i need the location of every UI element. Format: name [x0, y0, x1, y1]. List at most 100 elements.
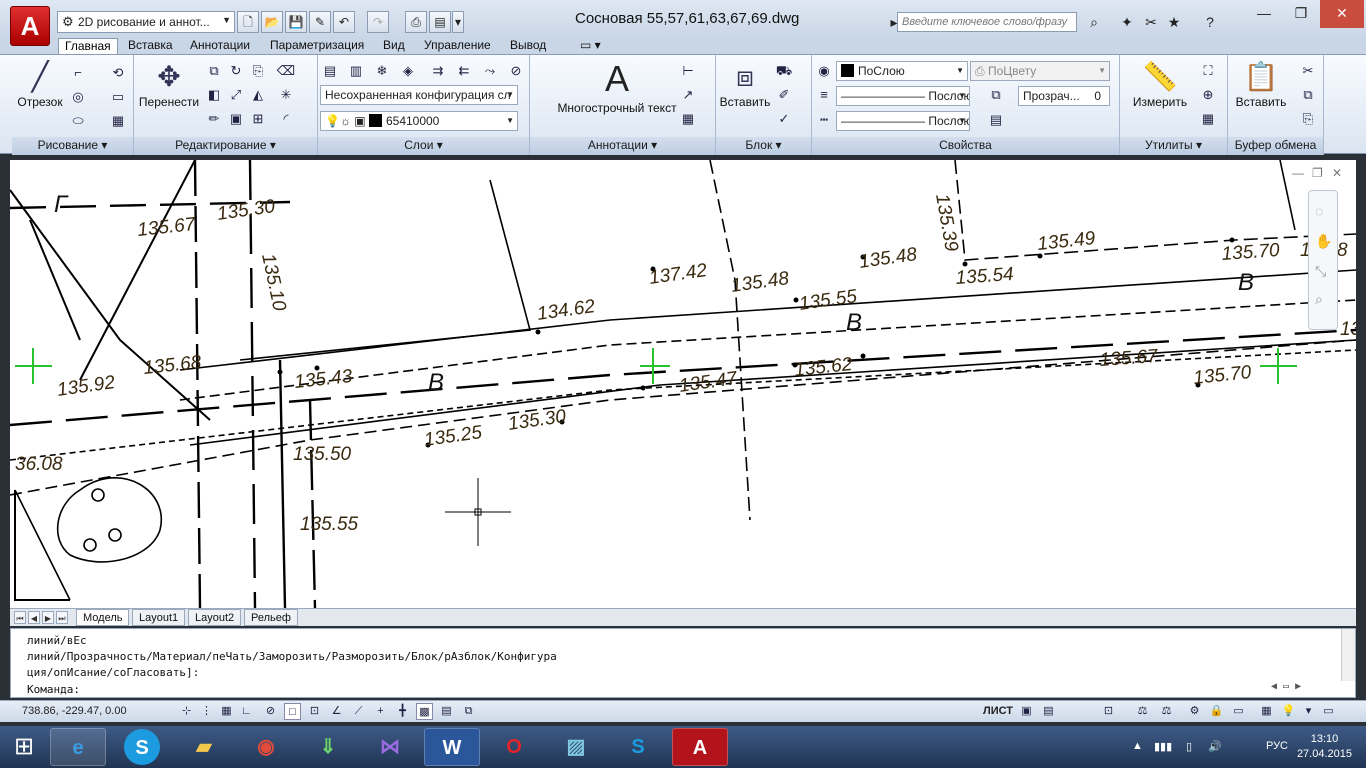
panel-title-properties[interactable]: Свойства	[812, 137, 1119, 155]
panel-title-block[interactable]: Блок ▾	[716, 137, 811, 155]
tab-annotate[interactable]: Аннотации	[184, 38, 256, 54]
mirror-icon[interactable]: ◭	[248, 85, 268, 105]
next-tab-arrow-icon[interactable]: ▶	[42, 611, 54, 624]
last-tab-arrow-icon[interactable]: ⏭	[56, 611, 68, 624]
infer-constraints-icon[interactable]: ⊹	[178, 703, 195, 720]
chrome-icon[interactable]: ◉	[238, 728, 294, 766]
downloader-icon[interactable]: ⇓	[300, 728, 356, 766]
share-button[interactable]: ▤	[429, 11, 451, 33]
layer-previous-icon[interactable]: ⇇	[454, 61, 474, 81]
tab-view[interactable]: Вид	[377, 38, 411, 54]
connect-icon[interactable]: ✂	[1141, 12, 1161, 32]
explode-icon[interactable]: ✳	[276, 85, 296, 105]
block-create-icon[interactable]: ⛟	[774, 61, 794, 81]
command-prompt[interactable]: Команда:	[27, 683, 80, 696]
offset-icon[interactable]: ⊞	[248, 109, 268, 129]
command-hscroll[interactable]: ◀ ▭ ▶	[1271, 681, 1341, 697]
dyn-icon[interactable]: +	[372, 703, 389, 720]
image-viewer-icon[interactable]: ▨	[548, 728, 604, 766]
signal-icon[interactable]: ▮▮▮	[1154, 740, 1172, 753]
close-button[interactable]: ✕	[1320, 0, 1364, 28]
help-search-input[interactable]: Введите ключевое слово/фразу	[897, 12, 1077, 32]
layer-match-icon[interactable]: ⇉	[428, 61, 448, 81]
favorites-star-icon[interactable]: ★	[1164, 12, 1184, 32]
grid-icon[interactable]: ▦	[218, 703, 235, 720]
pan-hand-icon[interactable]: ✋	[1315, 233, 1332, 250]
osnap-icon[interactable]: □	[284, 703, 301, 720]
ribbon-minimize-toggle[interactable]: ▭ ▾	[574, 38, 607, 54]
viewport-close-icon[interactable]: ✕	[1332, 166, 1342, 180]
polar-icon[interactable]: ⊘	[262, 703, 279, 720]
circle-icon[interactable]: ◎	[68, 87, 88, 107]
drawing-svg[interactable]: 135.30 135.67 135.10 135.92 135.68 135.43 134.…	[10, 160, 1356, 608]
lineweight-select[interactable]: ——————— Послою ▼	[836, 86, 970, 106]
layout-tab-layout1[interactable]: Layout1	[132, 609, 186, 626]
start-button[interactable]: ⊞	[8, 732, 40, 762]
layer-select[interactable]: 💡☼ ▣ 65410000 ▼	[320, 111, 518, 131]
skype-icon[interactable]: S	[610, 728, 666, 766]
color-select[interactable]: ПоСлою ▼	[836, 61, 968, 81]
3d-osnap-icon[interactable]: ⊡	[306, 703, 323, 720]
cut-icon[interactable]: ✂	[1298, 61, 1318, 81]
command-line[interactable]: линий/вЕс линий/Прозрачность/Материал/пеЧ…	[10, 628, 1356, 698]
block-attribute-icon[interactable]: ✓	[774, 109, 794, 129]
sheet-label[interactable]: ЛИСТ	[983, 705, 1013, 717]
leader-icon[interactable]: ↗	[678, 85, 698, 105]
tab-parametric[interactable]: Параметризация	[264, 38, 370, 54]
list-icon[interactable]: ⧉	[986, 85, 1006, 105]
layer-properties-icon[interactable]: ▤	[320, 61, 340, 81]
layer-lock-icon[interactable]: ⊘	[506, 61, 526, 81]
snap-mode-icon[interactable]: ⋮	[198, 703, 215, 720]
copy-icon[interactable]: ⧉	[204, 61, 224, 81]
array-icon[interactable]: ▣	[226, 109, 246, 129]
hardware-accel-icon[interactable]: ▭	[1230, 703, 1247, 720]
skype-icon[interactable]: S	[124, 729, 160, 765]
word-icon[interactable]: W	[424, 728, 480, 766]
select-all-icon[interactable]: ⊕	[1198, 85, 1218, 105]
panel-title-draw[interactable]: Рисование ▾	[12, 137, 133, 155]
zoom-extents-icon[interactable]: ⤡	[1315, 263, 1326, 280]
scale-icon[interactable]: ⤢	[226, 85, 246, 105]
save-as-button[interactable]: ✎	[309, 11, 331, 33]
exchange-icon[interactable]: ✦	[1117, 12, 1137, 32]
stretch-icon[interactable]: ◧	[204, 85, 224, 105]
qat-customize-button[interactable]: ▾	[452, 11, 464, 33]
linetype-select[interactable]: ——————— Послою ▼	[836, 111, 970, 131]
quick-select-icon[interactable]: ⛶	[1198, 61, 1218, 81]
save-button[interactable]: 💾	[285, 11, 307, 33]
ducs-icon[interactable]: ⟋	[350, 703, 367, 720]
help-icon[interactable]: ?	[1200, 12, 1220, 32]
opera-icon[interactable]: O	[486, 728, 542, 766]
prev-tab-arrow-icon[interactable]: ◀	[28, 611, 40, 624]
undo-button[interactable]: ↶	[333, 11, 355, 33]
chamfer-icon[interactable]: ◜	[276, 109, 296, 129]
file-explorer-icon[interactable]: ▰	[176, 728, 232, 766]
dimension-icon[interactable]: ⊢	[678, 61, 698, 81]
navigation-bar[interactable]: ◌ ✋ ⤡ ⌕	[1308, 190, 1338, 330]
calculator-icon[interactable]: ▦	[1198, 109, 1218, 129]
plot-style-select[interactable]: ⎙ ПоЦвету ▼	[970, 61, 1110, 81]
isolate-objects-icon[interactable]: ▦	[1258, 703, 1275, 720]
binoculars-icon[interactable]: ⌕	[1084, 12, 1104, 32]
orbit-icon[interactable]: ⌕	[1315, 291, 1323, 308]
block-insert-button[interactable]: ⧈ Вставить	[718, 59, 772, 109]
transparency-field[interactable]: Прозрач... 0	[1018, 86, 1110, 106]
paste-button[interactable]: 📋 Вставить	[1232, 59, 1290, 109]
rotate-icon[interactable]: ↻	[226, 61, 246, 81]
transparency-toggle-icon[interactable]: ▩	[416, 703, 433, 720]
language-indicator[interactable]: РУС	[1266, 740, 1288, 752]
workspace-switch-icon[interactable]: ⚙	[1186, 703, 1203, 720]
panel-title-annotation[interactable]: Аннотации ▾	[530, 137, 715, 155]
panel-title-layers[interactable]: Слои ▾	[318, 137, 529, 155]
layer-walk-icon[interactable]: ⤳	[480, 61, 500, 81]
copy-clip-icon[interactable]: ⧉	[1298, 85, 1318, 105]
tray-arrow-icon[interactable]: ▲	[1132, 740, 1143, 752]
layout-tab-layout2[interactable]: Layout2	[188, 609, 242, 626]
block-edit-icon[interactable]: ✐	[774, 85, 794, 105]
plot-button[interactable]: ⎙	[405, 11, 427, 33]
panel-title-modify[interactable]: Редактирование ▾	[134, 137, 317, 155]
panel-title-clipboard[interactable]: Буфер обмена	[1228, 137, 1323, 155]
arc-icon[interactable]: ⟲	[108, 63, 128, 83]
line-button[interactable]: ╱ Отрезок	[16, 59, 64, 109]
lock-ui-icon[interactable]: 🔒	[1208, 703, 1225, 720]
